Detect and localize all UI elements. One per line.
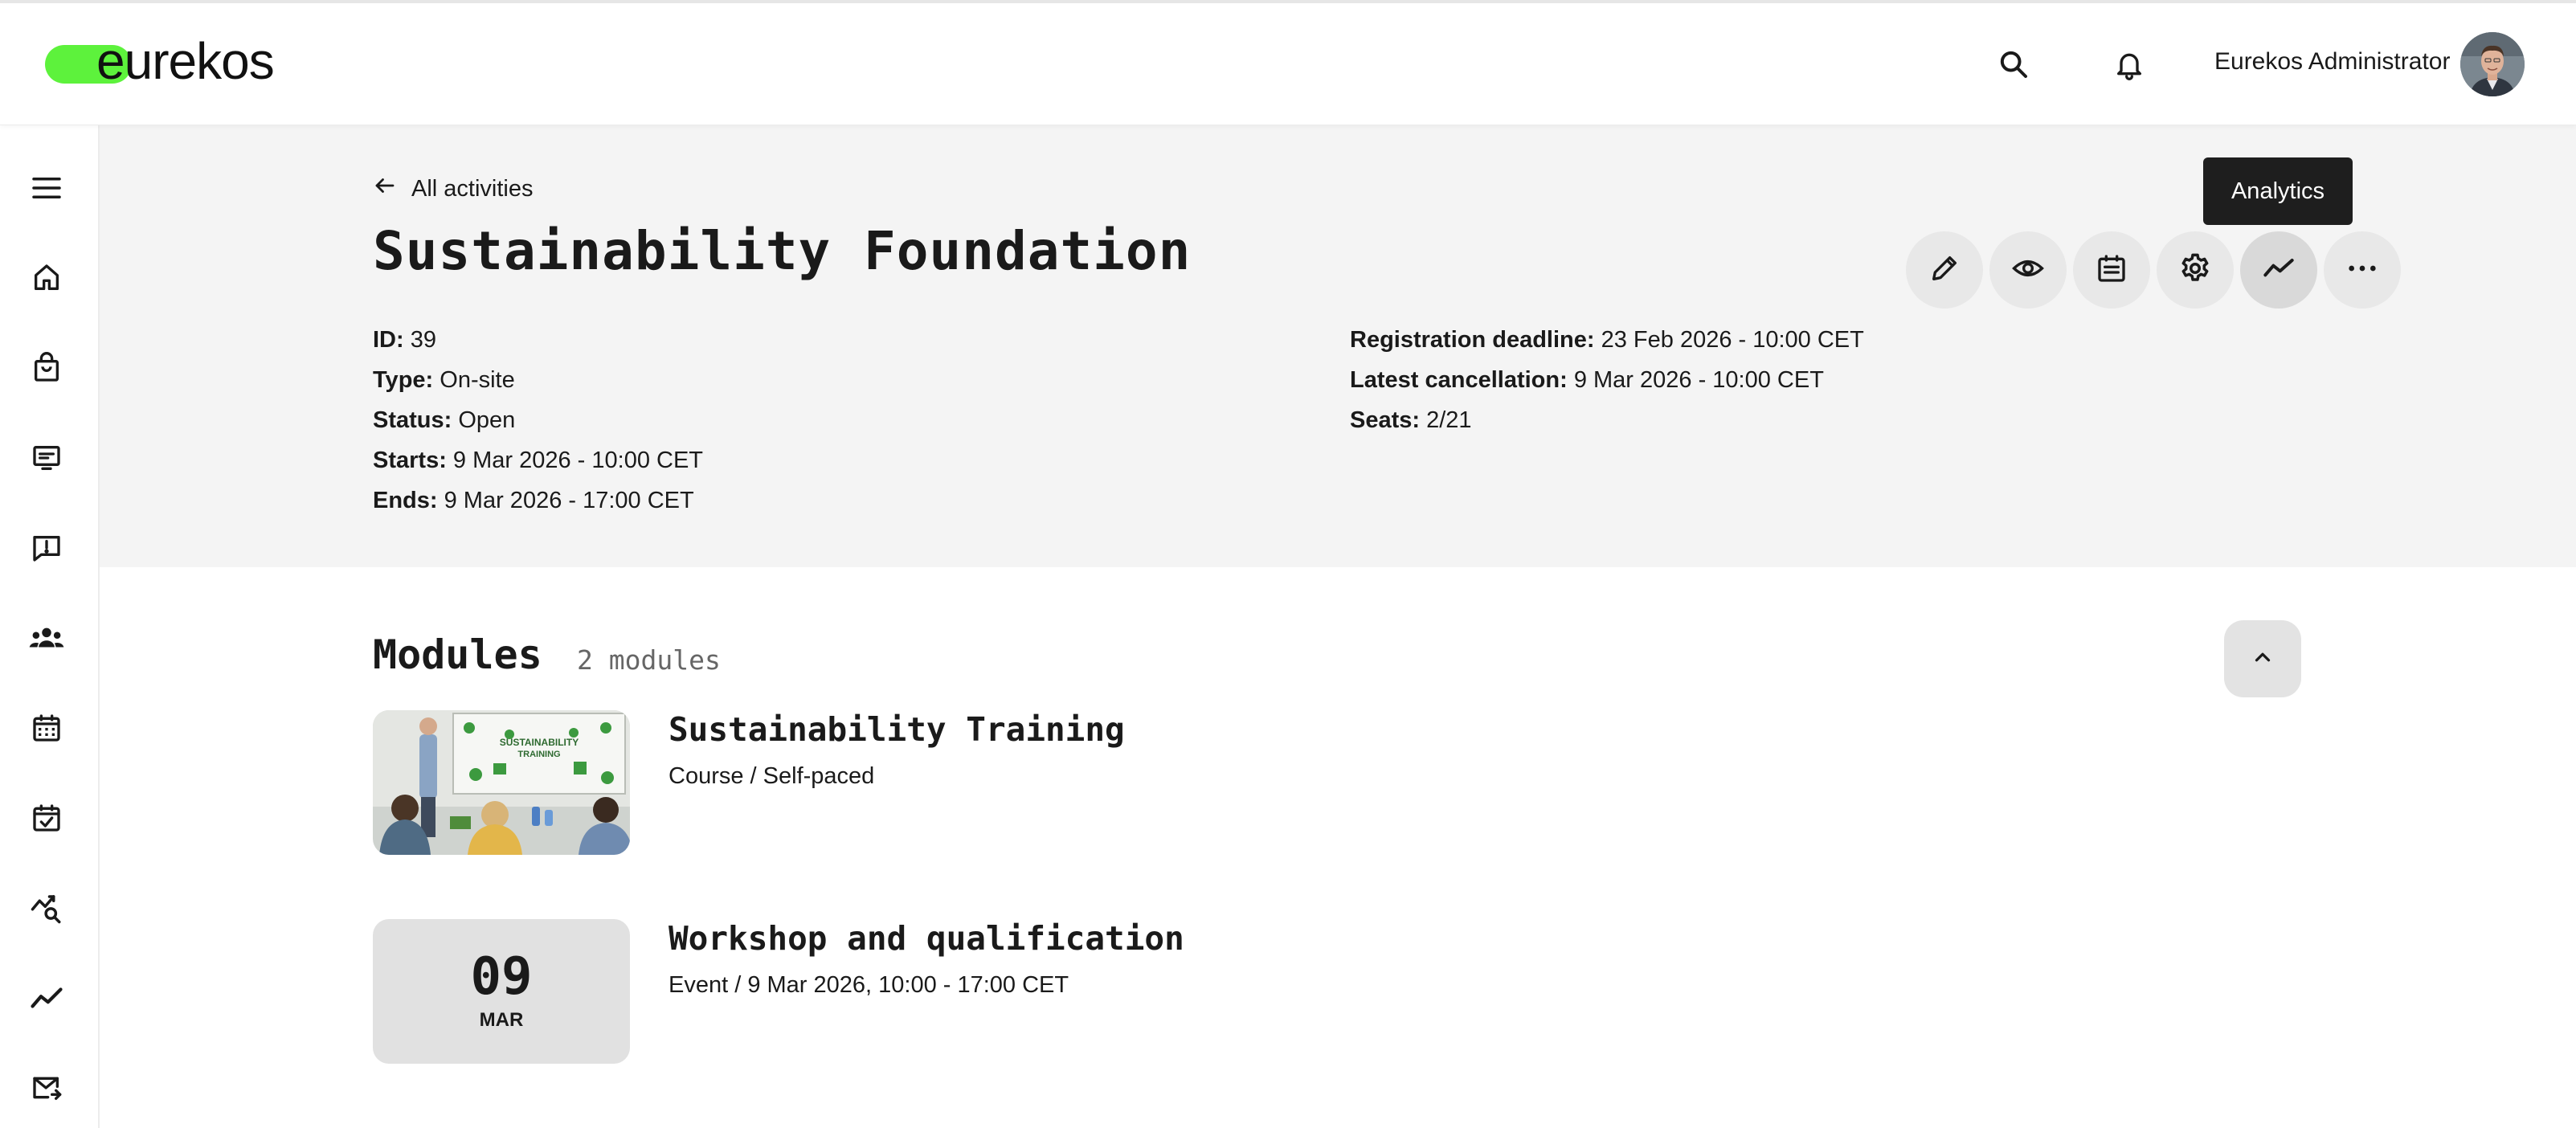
meta-row: Ends: 9 Mar 2026 - 17:00 CET xyxy=(373,488,694,513)
top-bar: eurekos Eurekos Administrator xyxy=(0,0,2576,125)
page-title: Sustainability Foundation xyxy=(373,220,1192,282)
home-icon[interactable] xyxy=(24,255,69,300)
module-subtitle: Course / Self-paced xyxy=(669,763,875,789)
analytics-tooltip: Analytics xyxy=(2203,157,2353,225)
settings-button[interactable] xyxy=(2157,231,2234,309)
trend-icon xyxy=(2261,252,2296,288)
calendar-check-icon[interactable] xyxy=(24,795,69,840)
preview-button[interactable] xyxy=(1989,231,2067,309)
schedule-button[interactable] xyxy=(2073,231,2150,309)
analytics-button[interactable] xyxy=(2240,231,2317,309)
presentation-icon[interactable] xyxy=(24,435,69,480)
module-title[interactable]: Workshop and qualification xyxy=(669,919,1184,958)
feedback-icon[interactable] xyxy=(24,525,69,570)
search-icon[interactable] xyxy=(1991,42,2036,87)
module-title[interactable]: Sustainability Training xyxy=(669,710,1125,749)
gear-icon xyxy=(2178,251,2212,289)
meta-row: Starts: 9 Mar 2026 - 10:00 CET xyxy=(373,448,704,473)
meta-row: Latest cancellation: 9 Mar 2026 - 10:00 … xyxy=(1350,367,1824,393)
module-thumbnail: SUSTAINABILITY TRAINING xyxy=(373,710,630,855)
analytics-search-icon[interactable] xyxy=(24,885,69,930)
meta-left: ID: 39 Type: On-site Status: Open Starts… xyxy=(373,320,703,521)
date-day: 09 xyxy=(470,947,533,1007)
more-button[interactable] xyxy=(2324,231,2401,309)
meta-right: Registration deadline: 23 Feb 2026 - 10:… xyxy=(1350,320,1864,440)
trend-icon[interactable] xyxy=(24,975,69,1020)
pencil-icon xyxy=(1928,252,1961,288)
edit-button[interactable] xyxy=(1906,231,1983,309)
module-item[interactable]: SUSTAINABILITY TRAINING Sustainability T… xyxy=(373,710,1125,855)
modules-title: Modules xyxy=(373,631,542,678)
user-name[interactable]: Eurekos Administrator xyxy=(2214,48,2450,76)
bell-icon[interactable] xyxy=(2107,42,2152,87)
meta-row: Registration deadline: 23 Feb 2026 - 10:… xyxy=(1350,327,1864,353)
svg-text:TRAINING: TRAINING xyxy=(517,750,560,759)
back-link[interactable]: All activities xyxy=(373,174,534,204)
date-month: MAR xyxy=(479,1009,524,1031)
mail-icon[interactable] xyxy=(24,1065,69,1110)
chevron-up-icon xyxy=(2251,645,2275,673)
calendar-icon[interactable] xyxy=(24,705,69,750)
calendar-note-icon xyxy=(2096,252,2128,288)
logo-text: eurekos xyxy=(96,32,275,90)
module-date-tile: 09 MAR xyxy=(373,919,630,1064)
eye-icon xyxy=(2010,252,2046,288)
sidebar xyxy=(0,125,100,1128)
back-link-label: All activities xyxy=(411,175,534,202)
module-item[interactable]: 09 MAR Workshop and qualification Event … xyxy=(373,919,1184,1064)
avatar[interactable] xyxy=(2460,32,2525,96)
collapse-modules-button[interactable] xyxy=(2224,620,2301,697)
group-icon[interactable] xyxy=(24,615,69,660)
meta-row: Seats: 2/21 xyxy=(1350,407,1472,433)
menu-icon[interactable] xyxy=(24,166,69,210)
meta-row: ID: 39 xyxy=(373,327,436,353)
thumbnail-board-text: SUSTAINABILITY xyxy=(500,737,579,748)
activity-actions xyxy=(1906,231,2401,309)
brand-logo[interactable]: eurekos xyxy=(45,32,275,90)
module-subtitle: Event / 9 Mar 2026, 10:00 - 17:00 CET xyxy=(669,972,1069,998)
activity-header: All activities Sustainability Foundation… xyxy=(100,125,2576,567)
modules-count: 2 modules xyxy=(577,644,721,676)
more-dots-icon xyxy=(2346,263,2378,277)
arrow-left-icon xyxy=(373,174,397,204)
bag-icon[interactable] xyxy=(24,345,69,390)
meta-row: Type: On-site xyxy=(373,367,515,393)
meta-row: Status: Open xyxy=(373,407,516,433)
